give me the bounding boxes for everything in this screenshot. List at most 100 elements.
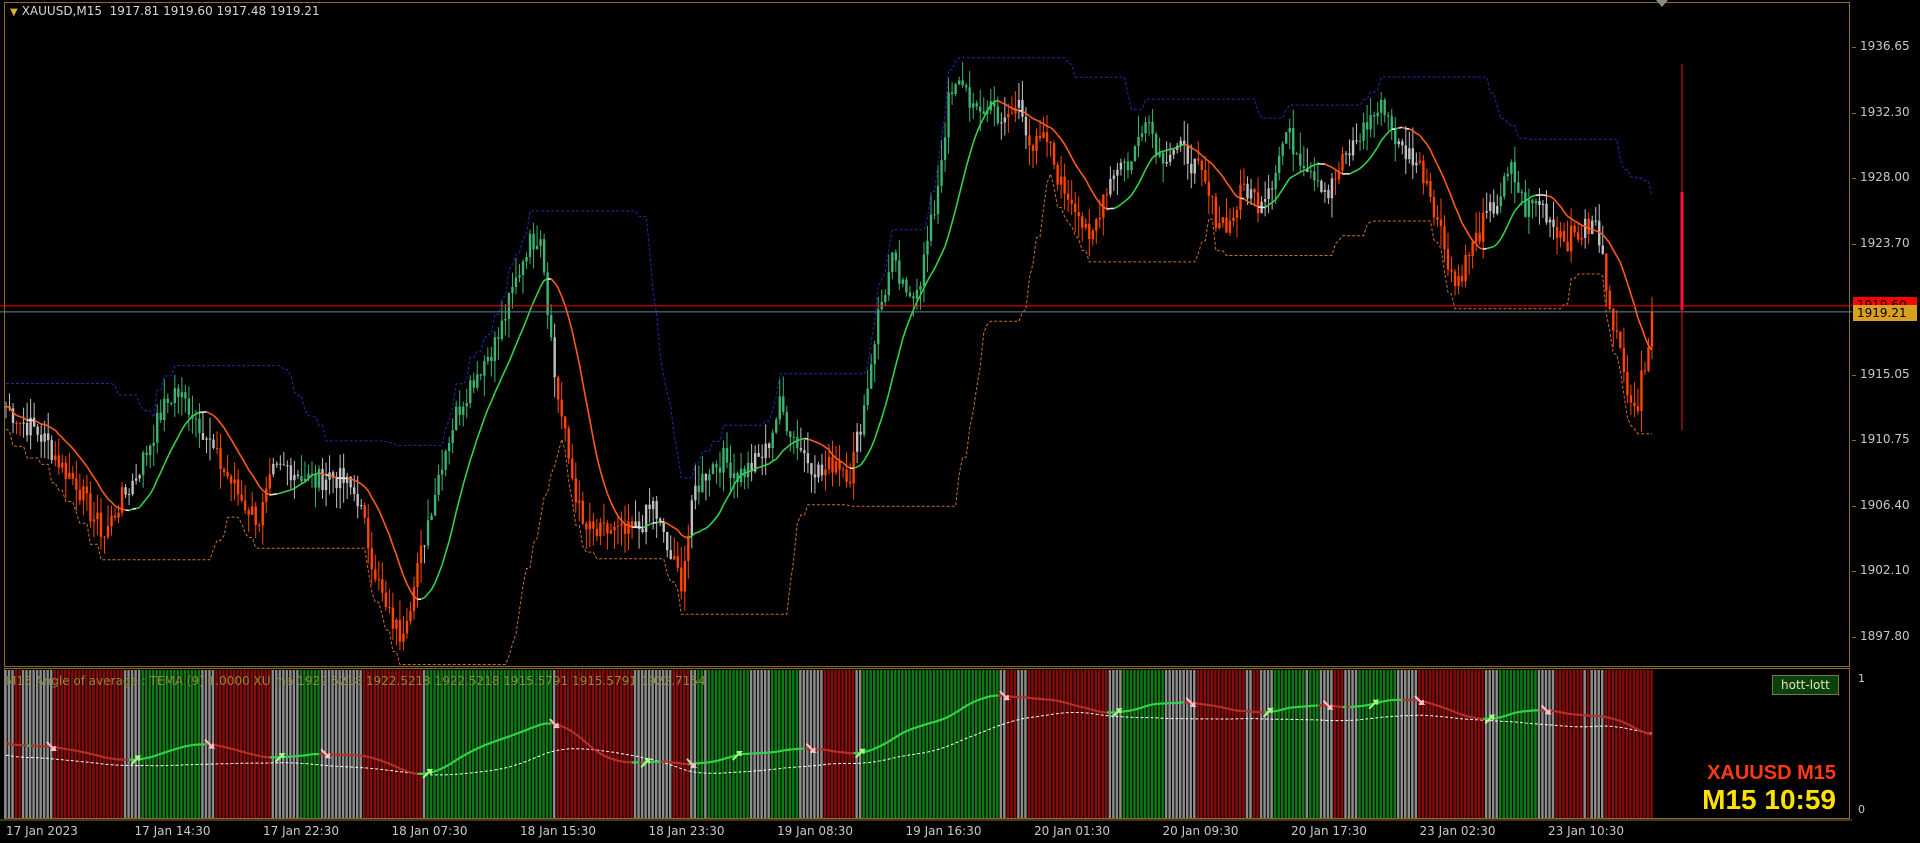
- histogram-bar: [1562, 670, 1565, 818]
- indicator-fast-line: [1623, 721, 1628, 726]
- histogram-bar: [116, 670, 120, 818]
- histogram-bar: [42, 670, 46, 818]
- histogram-bar: [1446, 670, 1449, 818]
- indicator-fast-line: [65, 747, 70, 751]
- indicator-fast-line: [392, 764, 397, 768]
- indicator-fast-line: [1514, 711, 1519, 714]
- bar-countdown: M15 10:59: [1702, 784, 1836, 815]
- histogram-bar: [1048, 670, 1052, 818]
- price-tick: [1852, 178, 1856, 180]
- histogram-bar: [173, 670, 176, 818]
- histogram-bar: [1481, 670, 1484, 818]
- histogram-bar: [1491, 670, 1495, 818]
- histogram-bar: [158, 670, 162, 818]
- histogram-bar: [1439, 670, 1442, 818]
- histogram-bar: [1477, 670, 1481, 818]
- histogram-bar: [166, 670, 169, 818]
- histogram-bar: [739, 670, 742, 818]
- indicator-fast-line: [181, 745, 186, 749]
- histogram-bar: [1238, 670, 1242, 818]
- price-label: 1923.70: [1860, 235, 1910, 250]
- histogram-bar: [820, 670, 823, 818]
- histogram-bar: [289, 670, 292, 818]
- histogram-bar: [271, 670, 275, 818]
- indicator-chart[interactable]: [0, 0, 1852, 843]
- indicator-fast-line: [1613, 717, 1618, 722]
- histogram-bar: [1171, 670, 1175, 818]
- histogram-bar: [535, 670, 538, 818]
- histogram-bar: [1242, 670, 1245, 818]
- histogram-bar: [380, 670, 384, 818]
- indicator-fast-line: [1626, 723, 1632, 727]
- histogram-bar: [563, 670, 566, 818]
- histogram-bar: [1611, 670, 1615, 818]
- indicator-fast-line: [712, 759, 717, 763]
- indicator-scale-label: 1: [1858, 672, 1865, 685]
- histogram-bar: [292, 670, 296, 818]
- histogram-bar: [1404, 670, 1407, 818]
- histogram-bar: [373, 670, 376, 818]
- histogram-bar: [521, 670, 524, 818]
- histogram-bar: [707, 670, 711, 818]
- histogram-bar: [454, 670, 457, 818]
- indicator-fast-line: [874, 745, 879, 750]
- indicator-fast-line: [1518, 710, 1523, 714]
- time-axis[interactable]: 17 Jan 2023 17 Jan 14:30 17 Jan 22:30 18 Ja…: [0, 821, 1852, 843]
- histogram-bar: [391, 670, 394, 818]
- indicator-fast-line: [1275, 709, 1280, 713]
- histogram-bar: [1066, 670, 1069, 818]
- indicator-fast-line: [1433, 703, 1438, 707]
- histogram-bar: [1351, 670, 1354, 818]
- indicator-fast-line: [244, 751, 249, 755]
- histogram-bar: [507, 670, 510, 818]
- indicator-fast-line: [909, 727, 914, 731]
- histogram-bar: [303, 670, 306, 818]
- histogram-bar: [123, 670, 127, 818]
- histogram-bar: [169, 670, 173, 818]
- indicator-fast-line: [1507, 712, 1512, 717]
- indicator-fast-line: [716, 759, 721, 763]
- histogram-bar: [834, 670, 837, 818]
- histogram-bar: [1323, 670, 1326, 818]
- histogram-bar: [426, 670, 429, 818]
- histogram-bar: [1337, 670, 1340, 818]
- histogram-bar: [1164, 670, 1168, 818]
- histogram-bar: [1622, 670, 1625, 818]
- histogram-bar: [1548, 670, 1551, 818]
- histogram-bar: [1537, 670, 1541, 818]
- indicator-fast-line: [1447, 708, 1452, 712]
- histogram-bar: [654, 670, 658, 818]
- histogram-bar: [869, 670, 872, 818]
- indicator-fast-line: [107, 756, 112, 760]
- price-label: 1928.00: [1860, 170, 1910, 185]
- indicator-fast-line: [1497, 716, 1501, 720]
- hott-lott-button[interactable]: hott-lott: [1772, 675, 1839, 695]
- histogram-bar: [1098, 670, 1101, 818]
- histogram-bar: [816, 670, 820, 818]
- bid-price-badge: 1919.21: [1853, 304, 1917, 321]
- indicator-fast-line: [677, 761, 682, 765]
- histogram-bar: [162, 670, 165, 818]
- histogram-bar: [1017, 670, 1020, 818]
- histogram-bar: [725, 670, 728, 818]
- price-axis[interactable]: 1936.65 1932.30 1928.00 1923.70 1915.05 1910.…: [1852, 0, 1920, 843]
- histogram-bar: [225, 670, 229, 818]
- indicator-fast-line: [142, 756, 147, 760]
- histogram-bar: [939, 670, 943, 818]
- histogram-bar: [377, 670, 380, 818]
- indicator-fast-line: [1138, 706, 1143, 710]
- histogram-bar: [714, 670, 718, 818]
- indicator-fast-line: [178, 746, 183, 750]
- histogram-bar: [1463, 670, 1467, 818]
- histogram-bar: [180, 670, 183, 818]
- indicator-fast-line: [1500, 715, 1505, 719]
- time-label: 23 Jan 10:30: [1548, 824, 1624, 838]
- histogram-bar: [865, 670, 869, 818]
- histogram-bar: [1076, 670, 1080, 818]
- indicator-fast-line: [388, 762, 394, 767]
- histogram-bar: [1601, 670, 1604, 818]
- time-label: 19 Jan 08:30: [777, 824, 853, 838]
- histogram-bar: [746, 670, 749, 818]
- indicator-fast-line: [1092, 708, 1097, 712]
- histogram-bar: [419, 670, 422, 818]
